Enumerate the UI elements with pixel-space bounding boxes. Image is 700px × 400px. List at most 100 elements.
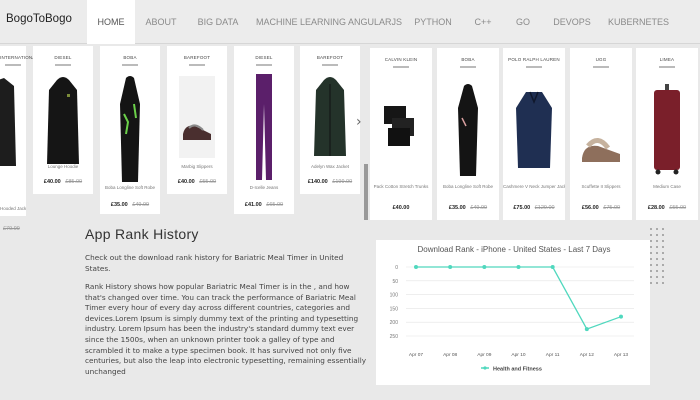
product-name: D-Icelle Jeans — [249, 185, 279, 190]
product-price-was: £55.00 — [669, 205, 687, 211]
product-price: £79.99 — [0, 226, 26, 232]
product-price-was: £85.00 — [65, 179, 83, 185]
divider — [189, 64, 205, 66]
ugg-slipper-image — [582, 138, 620, 162]
divider — [122, 64, 138, 66]
chart-point — [584, 327, 589, 332]
nav-about[interactable]: ABOUT — [140, 0, 182, 44]
product-card[interactable]: UGG Scuffette II Slippers £56.00 £75.00 — [570, 48, 632, 220]
x-tick-label: Apr 12 — [580, 352, 594, 358]
nav-go[interactable]: GO — [512, 0, 534, 44]
product-price: £40.00 £85.00 — [33, 179, 93, 185]
product-price: £40.00 — [370, 205, 432, 211]
jeans-image — [256, 74, 272, 180]
product-card[interactable]: BOBA Boba Longline Soft Robe £35.00 £49.… — [437, 48, 499, 220]
x-tick-label: Apr 13 — [614, 352, 628, 358]
y-tick-label: 50 — [392, 279, 398, 285]
divider — [460, 66, 476, 68]
product-price-now: £40.00 — [392, 205, 410, 211]
site-logo[interactable]: BogoToBogo — [6, 13, 72, 25]
nav-python[interactable]: PYTHON — [413, 0, 453, 44]
nav-machine-learning[interactable]: MACHINE LEARNING — [256, 0, 346, 44]
product-price-now: £56.00 — [581, 205, 599, 211]
product-price: £56.00 £75.00 — [570, 205, 632, 211]
product-price-was: £49.99 — [132, 202, 150, 208]
rank-title: App Rank History — [85, 226, 199, 242]
product-brand: UGG — [595, 57, 607, 62]
nav-kubernetes[interactable]: KUBERNETES — [608, 0, 669, 44]
trunks-image — [384, 106, 414, 146]
slipper-image — [179, 76, 215, 158]
product-price-was: £75.00 — [603, 205, 621, 211]
product-brand: DIESEL — [54, 55, 72, 60]
product-price-now: £35.00 — [110, 202, 128, 208]
y-tick-label: 100 — [390, 293, 399, 299]
product-price-was: £49.99 — [470, 205, 488, 211]
product-price: £75.00 £129.00 — [503, 205, 565, 211]
chart-point — [516, 265, 521, 269]
product-brand: LIMEA — [659, 57, 675, 62]
chart-point — [482, 265, 487, 269]
y-tick-label: 250 — [390, 334, 399, 340]
chart-title: Download Rank - iPhone - United States -… — [418, 245, 611, 254]
chart-point — [619, 314, 623, 319]
y-tick-label: 200 — [390, 320, 399, 326]
product-price-was: £55.00 — [199, 179, 217, 185]
product-price: £41.00 £65.00 — [234, 202, 294, 208]
divider — [526, 66, 542, 68]
divider — [5, 64, 21, 66]
product-brand: BAREFOOT — [316, 55, 344, 60]
chevron-right-icon[interactable]: › — [356, 114, 362, 130]
nav-devops[interactable]: DEVOPS — [552, 0, 592, 44]
x-tick-label: Apr 07 — [409, 352, 423, 358]
divider — [393, 66, 409, 68]
product-brand: BAREFOOT — [183, 55, 211, 60]
product-name: Lounge Hoodie — [47, 164, 79, 169]
product-price-now: £75.00 — [513, 205, 531, 211]
hoodie-image — [47, 77, 79, 164]
product-price: £140.00 £199.00 — [300, 179, 360, 185]
x-tick-label: Apr 11 — [546, 352, 560, 358]
product-card[interactable]: INTERNATIONAL Hooded Jacket £79.99 — [0, 46, 38, 232]
product-card[interactable]: BAREFOOT Marbig Slippers £40.00 £55.00 — [167, 46, 227, 194]
product-brand: BOBA — [461, 57, 475, 62]
product-brand: DIESEL — [255, 55, 273, 60]
scrollbar[interactable] — [364, 164, 368, 220]
chart-points — [414, 265, 623, 332]
y-tick-label: 150 — [390, 306, 399, 312]
product-card[interactable]: BAREFOOT Adelyn Wax Jacket £140.00 £199.… — [300, 46, 360, 194]
divider — [322, 64, 338, 66]
nav-angularjs[interactable]: ANGULARJS — [348, 0, 402, 44]
decorative-dots — [648, 226, 666, 286]
nav-cpp[interactable]: C++ — [470, 0, 496, 44]
product-name: Pack Cotton Stretch Trunks — [373, 184, 429, 189]
product-card[interactable]: BOBA Boba Longline Soft Robe £35.00 £49.… — [100, 46, 160, 214]
nav-big-data[interactable]: BIG DATA — [195, 0, 241, 44]
product-price-was: £79.99 — [3, 226, 20, 232]
divider — [659, 66, 675, 68]
product-price: £40.00 £55.00 — [167, 179, 227, 185]
product-brand: POLO RALPH LAUREN — [508, 57, 560, 62]
robe-image — [458, 84, 478, 176]
product-card[interactable]: POLO RALPH LAUREN Cashmere V Neck Jumper… — [503, 48, 565, 220]
product-name: Adelyn Wax Jacket — [310, 164, 350, 169]
product-name: Marbig Slippers — [181, 164, 213, 169]
rank-intro: Check out the download rank history for … — [85, 253, 344, 273]
product-price-now: £28.00 — [647, 205, 665, 211]
nav-home[interactable]: HOME — [87, 0, 135, 44]
divider — [593, 66, 609, 68]
chart-point — [550, 265, 555, 269]
divider — [256, 64, 272, 66]
robe-image — [120, 76, 140, 182]
product-card[interactable]: DIESEL D-Icelle Jeans £41.00 £65.00 — [234, 46, 294, 214]
legend-dot — [483, 366, 487, 370]
product-card[interactable]: LIMEA Medium Case £28.00 £55.00 — [636, 48, 698, 220]
product-price-was: £129.00 — [534, 205, 555, 211]
product-price-now: £35.00 — [448, 205, 466, 211]
product-price: £35.00 £49.99 — [437, 205, 499, 211]
chart-point — [448, 265, 453, 269]
product-card[interactable]: DIESEL Lounge Hoodie £40.00 £85.00 — [33, 46, 93, 194]
product-price-was: £65.00 — [266, 202, 284, 208]
product-card[interactable]: CALVIN KLEIN Pack Cotton Stretch Trunks … — [370, 48, 432, 220]
x-tick-label: Apr 10 — [511, 352, 525, 358]
